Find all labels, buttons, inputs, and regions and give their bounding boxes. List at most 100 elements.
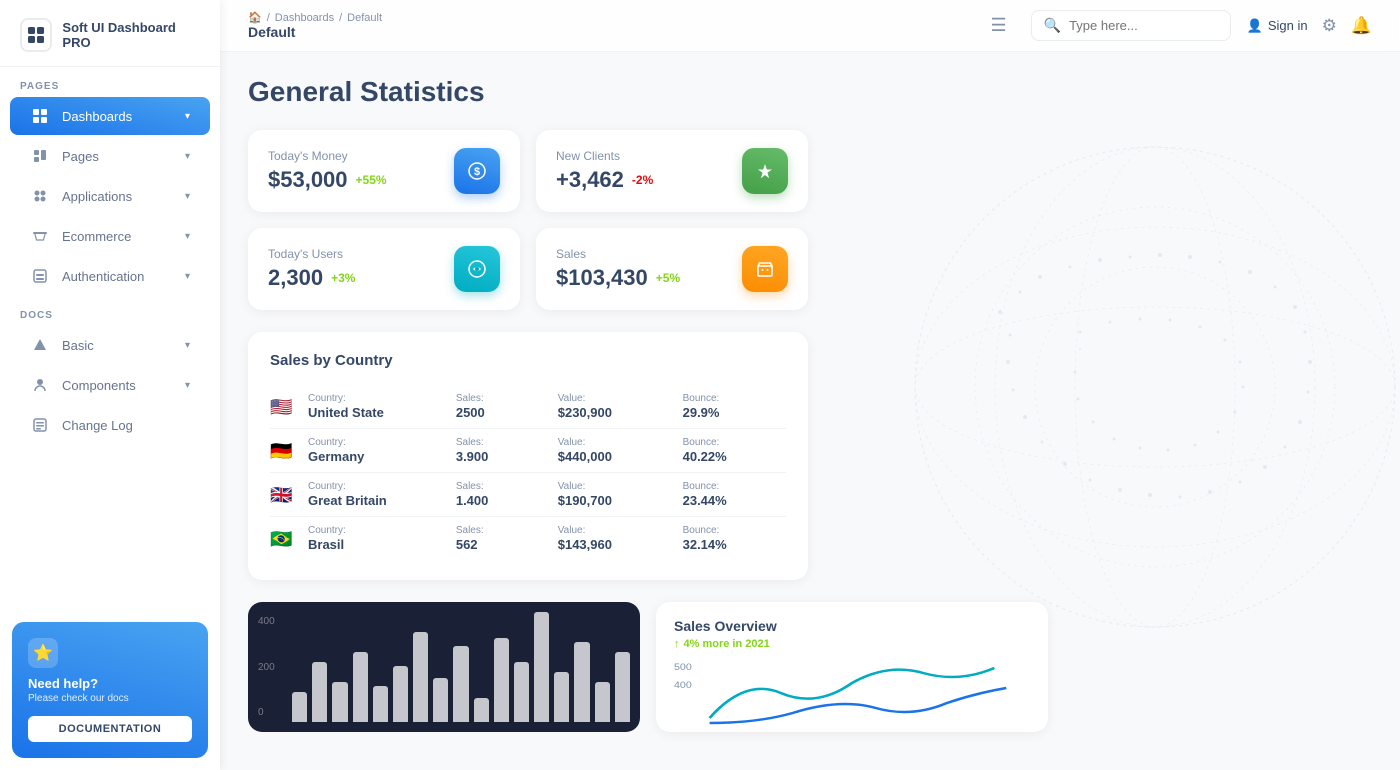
sidebar-item-applications[interactable]: Applications ▾	[10, 177, 210, 215]
overview-title: Sales Overview	[674, 618, 1030, 634]
header: 🏠 / Dashboards / Default Default ☰ 🔍 👤 S…	[220, 0, 1400, 52]
pages-icon	[30, 146, 50, 166]
sales-overview-card: Sales Overview ↑ 4% more in 2021 500 400	[656, 602, 1048, 732]
page-title: General Statistics	[248, 76, 1372, 108]
svg-text:400: 400	[674, 681, 692, 691]
flag-de: 🇩🇪	[270, 441, 298, 461]
menu-icon[interactable]: ☰	[991, 15, 1007, 36]
country-sales-br: Sales: 562	[456, 525, 548, 552]
help-card-subtitle: Please check our docs	[28, 693, 192, 704]
sales-by-country-title: Sales by Country	[270, 352, 786, 369]
logo-icon	[20, 18, 52, 52]
bar	[453, 646, 468, 722]
sidebar-item-dashboards[interactable]: Dashboards ▾	[10, 97, 210, 135]
signin-button[interactable]: 👤 Sign in	[1247, 18, 1308, 34]
components-label: Components	[62, 378, 173, 393]
flag-br: 🇧🇷	[270, 529, 298, 549]
changelog-icon	[30, 415, 50, 435]
docs-section-label: DOCS	[0, 296, 220, 325]
pages-section-label: PAGES	[0, 67, 220, 96]
stat-value-sales: $103,430 +5%	[556, 265, 680, 291]
header-search[interactable]: 🔍	[1031, 10, 1231, 41]
header-actions: 👤 Sign in ⚙ 🔔	[1247, 16, 1372, 36]
breadcrumb-sep1: /	[267, 12, 270, 24]
table-row: 🇬🇧 Country: Great Britain Sales: 1.400 V…	[270, 473, 786, 517]
bar	[413, 632, 428, 722]
sidebar-item-ecommerce[interactable]: Ecommerce ▾	[10, 217, 210, 255]
ecommerce-label: Ecommerce	[62, 229, 173, 244]
bar	[474, 698, 489, 722]
stat-value-users: 2,300 +3%	[268, 265, 355, 291]
bar	[595, 682, 610, 722]
applications-arrow: ▾	[185, 191, 190, 202]
bar	[433, 678, 448, 722]
stat-icon-money: $	[454, 148, 500, 194]
breadcrumb-current: Default	[347, 12, 382, 24]
main-area: 🏠 / Dashboards / Default Default ☰ 🔍 👤 S…	[220, 0, 1400, 770]
bar	[615, 652, 630, 722]
basic-label: Basic	[62, 338, 173, 353]
bar-chart-card: 400 200 0	[248, 602, 640, 732]
country-name-us: Country: United State	[308, 393, 446, 420]
sidebar-item-authentication[interactable]: Authentication ▾	[10, 257, 210, 295]
stat-card-clients: New Clients +3,462 -2%	[536, 130, 808, 212]
country-name-br: Country: Brasil	[308, 525, 446, 552]
stat-icon-sales	[742, 246, 788, 292]
sidebar-item-components[interactable]: Components ▾	[10, 366, 210, 404]
sidebar-item-basic[interactable]: Basic ▾	[10, 326, 210, 364]
stat-card-money: Today's Money $53,000 +55% $	[248, 130, 520, 212]
authentication-icon	[30, 266, 50, 286]
sidebar-item-changelog[interactable]: Change Log	[10, 406, 210, 444]
bell-icon[interactable]: 🔔	[1351, 16, 1372, 36]
stat-icon-users	[454, 246, 500, 292]
country-value-gb: Value: $190,700	[558, 481, 673, 508]
components-icon	[30, 375, 50, 395]
help-card-star-icon: ⭐	[28, 638, 58, 668]
overview-chart: 500 400	[674, 658, 1030, 728]
svg-text:500: 500	[674, 663, 692, 673]
bar	[353, 652, 368, 722]
help-card: ⭐ Need help? Please check our docs DOCUM…	[12, 622, 208, 758]
sidebar-logo-text: Soft UI Dashboard PRO	[62, 20, 200, 50]
stat-info-users: Today's Users 2,300 +3%	[268, 247, 355, 291]
trend-up-icon: ↑	[674, 638, 680, 650]
bar	[373, 686, 388, 722]
stat-info-money: Today's Money $53,000 +55%	[268, 149, 387, 193]
stat-change-money: +55%	[356, 173, 387, 187]
sidebar: Soft UI Dashboard PRO PAGES Dashboards ▾…	[0, 0, 220, 770]
search-input[interactable]	[1069, 18, 1209, 33]
components-arrow: ▾	[185, 380, 190, 391]
table-row: 🇩🇪 Country: Germany Sales: 3.900 Value: …	[270, 429, 786, 473]
country-value-us: Value: $230,900	[558, 393, 673, 420]
authentication-label: Authentication	[62, 269, 173, 284]
bar	[393, 666, 408, 722]
breadcrumb-path: 🏠 / Dashboards / Default	[248, 11, 975, 24]
settings-icon[interactable]: ⚙	[1322, 16, 1337, 36]
stat-change-users: +3%	[331, 271, 355, 285]
stat-icon-clients	[742, 148, 788, 194]
globe-decoration: /* placeholder */	[880, 112, 1400, 662]
sales-by-country-card: Sales by Country 🇺🇸 Country: United Stat…	[248, 332, 808, 580]
country-sales-gb: Sales: 1.400	[456, 481, 548, 508]
user-icon: 👤	[1247, 18, 1263, 34]
bar	[292, 692, 307, 722]
stat-value-money: $53,000 +55%	[268, 167, 387, 193]
documentation-button[interactable]: DOCUMENTATION	[28, 716, 192, 742]
home-icon: 🏠	[248, 11, 262, 24]
stat-change-sales: +5%	[656, 271, 680, 285]
country-name-de: Country: Germany	[308, 437, 446, 464]
country-sales-de: Sales: 3.900	[456, 437, 548, 464]
bar	[312, 662, 327, 722]
svg-text:$: $	[474, 166, 480, 178]
country-name-gb: Country: Great Britain	[308, 481, 446, 508]
stat-change-clients: -2%	[632, 173, 653, 187]
sidebar-item-pages[interactable]: Pages ▾	[10, 137, 210, 175]
chart-y-200: 200	[258, 662, 275, 673]
country-sales-us: Sales: 2500	[456, 393, 548, 420]
help-card-title: Need help?	[28, 676, 192, 691]
flag-us: 🇺🇸	[270, 397, 298, 417]
table-row: 🇺🇸 Country: United State Sales: 2500 Val…	[270, 385, 786, 429]
stat-card-sales: Sales $103,430 +5%	[536, 228, 808, 310]
pages-arrow: ▾	[185, 151, 190, 162]
sidebar-logo: Soft UI Dashboard PRO	[0, 0, 220, 67]
